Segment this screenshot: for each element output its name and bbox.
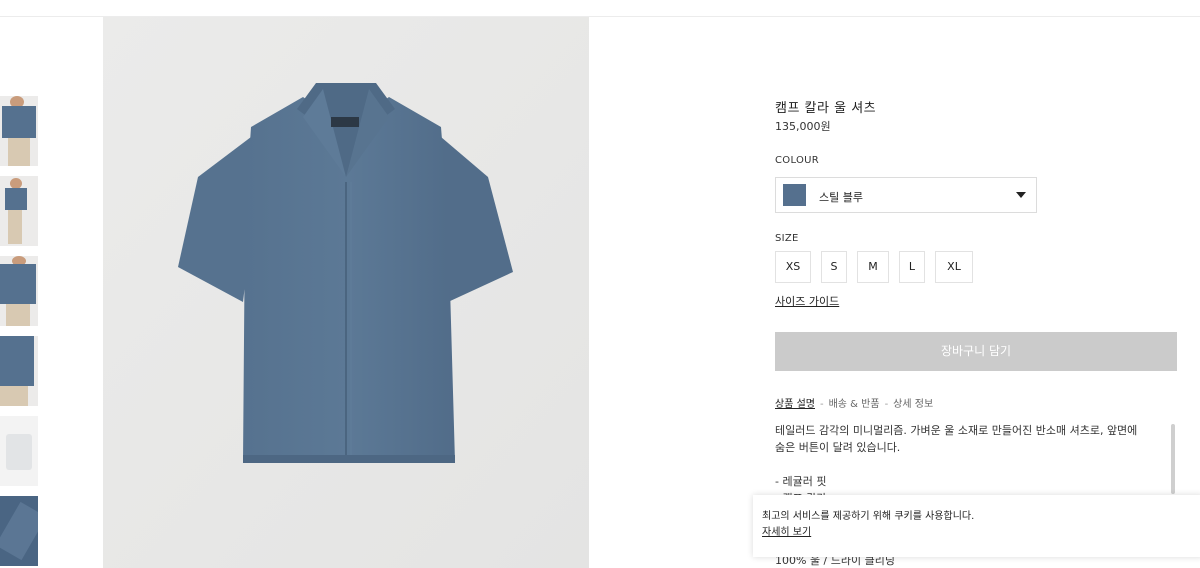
colour-swatch (783, 184, 806, 206)
thumbnail-6[interactable] (0, 496, 38, 566)
colour-label: COLOUR (775, 155, 820, 166)
description-blank-line (775, 456, 1170, 473)
size-option-xl[interactable]: XL (935, 251, 973, 283)
size-label: SIZE (775, 233, 799, 244)
thumbnail-trousers (8, 210, 22, 244)
chevron-down-icon (1016, 192, 1026, 198)
size-option-s[interactable]: S (821, 251, 847, 283)
size-option-l[interactable]: L (899, 251, 925, 283)
thumbnail-5[interactable] (0, 416, 38, 486)
cookie-message: 최고의 서비스를 제공하기 위해 쿠키를 사용합니다. (762, 511, 975, 522)
colour-dropdown[interactable]: 스틸 블루 (775, 177, 1037, 213)
description-line: 테일러드 감각의 미니멀리즘. 가벼운 울 소재로 만들어진 반소매 셔츠로, … (775, 424, 1138, 437)
thumbnail-fabric-detail (0, 501, 38, 561)
shirt-illustration (103, 17, 589, 568)
add-to-cart-button[interactable]: 장바구니 담기 (775, 332, 1177, 371)
thumbnail-shirt (0, 336, 34, 386)
thumbnail-shirt (0, 264, 36, 304)
size-option-xs[interactable]: XS (775, 251, 811, 283)
product-info-panel: 캠프 칼라 울 셔츠 135,000원 COLOUR 스틸 블루 SIZE XS… (775, 0, 1200, 568)
thumbnail-trousers (6, 304, 30, 326)
description-line: - 레귤러 핏 (775, 475, 827, 488)
thumbnail-2[interactable] (0, 176, 38, 246)
product-price: 135,000원 (775, 120, 831, 133)
thumbnail-3[interactable] (0, 256, 38, 326)
size-guide-link[interactable]: 사이즈 가이드 (775, 293, 839, 309)
product-main-image[interactable] (103, 17, 589, 568)
product-title: 캠프 칼라 울 셔츠 (775, 101, 877, 116)
description-scrollbar[interactable] (1171, 424, 1175, 494)
thumbnail-1[interactable] (0, 96, 38, 166)
thumbnail-shirt (5, 188, 27, 210)
size-option-m[interactable]: M (857, 251, 889, 283)
thumbnail-shirt-flat (6, 434, 32, 470)
cookie-more-link[interactable]: 자세히 보기 (762, 523, 811, 538)
tab-description[interactable]: 상품 설명 (775, 395, 815, 410)
tab-details[interactable]: 상세 정보 (893, 395, 933, 410)
thumbnail-trousers (8, 138, 30, 166)
product-detail-tabs: 상품 설명 - 배송 & 반품 - 상세 정보 (775, 395, 933, 410)
tab-shipping-returns[interactable]: 배송 & 반품 (829, 395, 880, 410)
tab-separator: - (884, 399, 889, 410)
tab-separator: - (819, 399, 824, 410)
description-line: 숨은 버튼이 달려 있습니다. (775, 441, 901, 454)
thumbnail-4[interactable] (0, 336, 38, 406)
colour-selected-value: 스틸 블루 (819, 191, 863, 204)
cookie-banner: 최고의 서비스를 제공하기 위해 쿠키를 사용합니다. 자세히 보기 (753, 495, 1200, 557)
thumbnail-trousers (0, 386, 28, 406)
thumbnail-shirt (2, 106, 36, 138)
